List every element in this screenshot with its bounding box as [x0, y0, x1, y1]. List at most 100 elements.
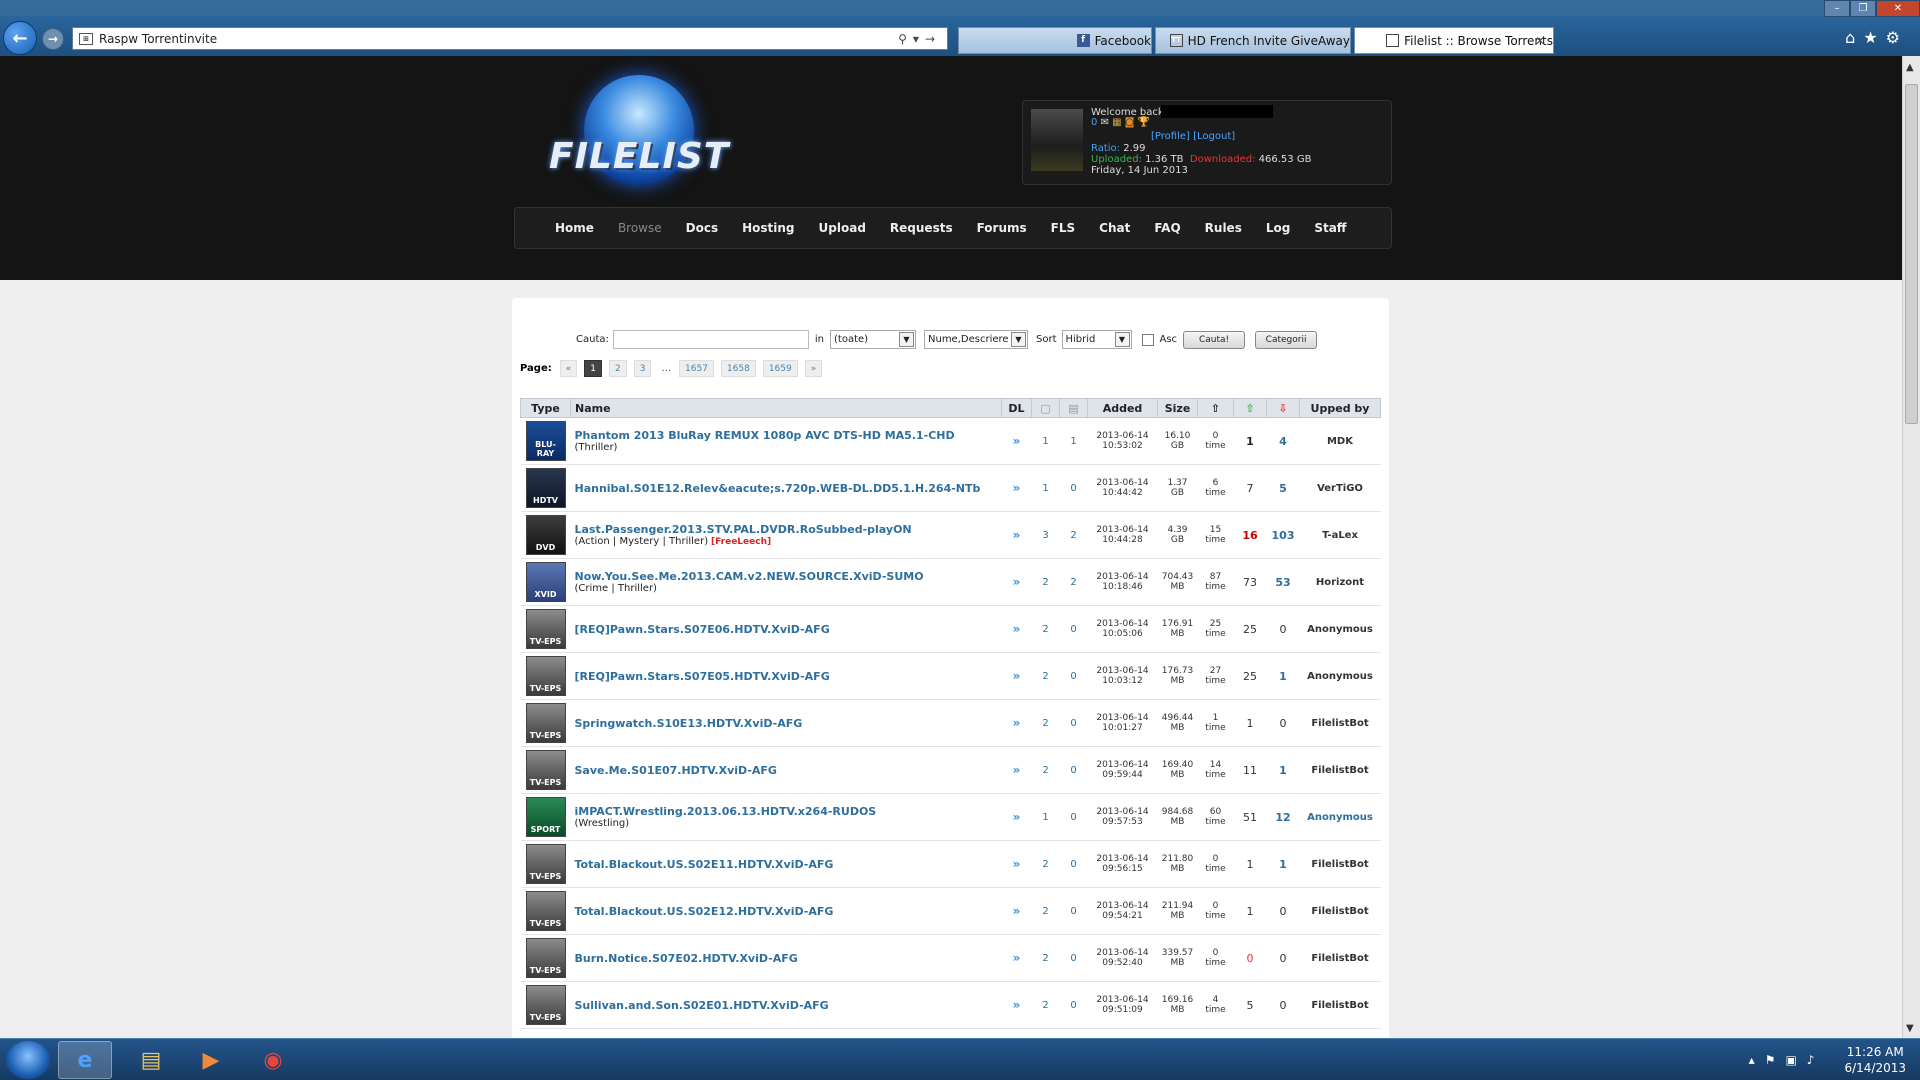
col-name[interactable]: Name [570, 398, 1002, 418]
seeders-count[interactable]: 0 [1247, 952, 1254, 965]
torrent-link[interactable]: [REQ]Pawn.Stars.S07E05.HDTV.XviD-AFG [575, 670, 1002, 683]
close-tab-icon[interactable]: ✕ [1535, 34, 1545, 48]
category-xvid-icon[interactable]: XVID [525, 562, 566, 602]
download-icon[interactable]: » [1013, 669, 1021, 683]
torrent-link[interactable]: [REQ]Pawn.Stars.S07E06.HDTV.XviD-AFG [575, 623, 1002, 636]
torrent-link[interactable]: Phantom 2013 BluRay REMUX 1080p AVC DTS-… [575, 429, 1002, 442]
comments-count[interactable]: 0 [1070, 624, 1076, 635]
uploader-name[interactable]: FilelistBot [1311, 1000, 1368, 1011]
forward-button[interactable]: → [42, 28, 64, 50]
category-tveps-icon[interactable]: TV-EPS [525, 750, 566, 790]
nav-hosting[interactable]: Hosting [730, 221, 806, 235]
page-1657[interactable]: 1657 [679, 360, 714, 377]
uploader-name[interactable]: VerTiGO [1317, 483, 1363, 494]
category-tveps-icon[interactable]: TV-EPS [525, 609, 566, 649]
leechers-count[interactable]: 103 [1272, 529, 1295, 542]
back-button[interactable]: ← [3, 21, 37, 55]
tray-expand-icon[interactable]: ▴ [1749, 1053, 1765, 1067]
category-tveps-icon[interactable]: TV-EPS [525, 891, 566, 931]
seeders-count[interactable]: 25 [1243, 623, 1257, 636]
uploader-name[interactable]: Anonymous [1307, 624, 1373, 635]
category-sport-icon[interactable]: SPORT [525, 797, 566, 837]
download-icon[interactable]: » [1013, 810, 1021, 824]
col-dl[interactable]: DL [1001, 398, 1032, 418]
tab-filelist[interactable]: FL Filelist :: Browse Torrents ✕ [1354, 27, 1554, 54]
category-hdtv-icon[interactable]: HDTV [525, 468, 566, 508]
seeders-count[interactable]: 1 [1247, 858, 1254, 871]
files-count[interactable]: 2 [1042, 718, 1048, 729]
scroll-thumb[interactable] [1905, 84, 1918, 424]
nav-chat[interactable]: Chat [1087, 221, 1142, 235]
download-icon[interactable]: » [1013, 528, 1021, 542]
torrent-link[interactable]: Last.Passenger.2013.STV.PAL.DVDR.RoSubbe… [575, 523, 1002, 536]
nav-home[interactable]: Home [543, 221, 606, 235]
seeders-count[interactable]: 1 [1247, 905, 1254, 918]
network-icon[interactable]: ▣ [1785, 1053, 1806, 1067]
uploader-name[interactable]: MDK [1327, 436, 1353, 447]
page-1659[interactable]: 1659 [762, 360, 798, 377]
page-1658[interactable]: 1658 [720, 360, 756, 377]
uploader-name[interactable]: T-aLex [1322, 530, 1358, 541]
files-count[interactable]: 2 [1042, 1000, 1048, 1011]
nav-requests[interactable]: Requests [878, 221, 965, 235]
favorites-star-icon[interactable]: ★ [1863, 28, 1885, 47]
download-icon[interactable]: » [1013, 904, 1021, 918]
comments-count[interactable]: 0 [1070, 483, 1076, 494]
search-refresh-icons[interactable]: ⚲▾→ [898, 32, 947, 46]
files-count[interactable]: 2 [1042, 906, 1048, 917]
category-tveps-icon[interactable]: TV-EPS [525, 938, 566, 978]
comments-count[interactable]: 1 [1070, 436, 1076, 447]
download-icon[interactable]: » [1013, 951, 1021, 965]
category-tveps-icon[interactable]: TV-EPS [525, 703, 566, 743]
tab-facebook[interactable]: f Facebook [958, 27, 1152, 54]
torrent-link[interactable]: Burn.Notice.S07E02.HDTV.XviD-AFG [575, 952, 1002, 965]
download-icon[interactable]: » [1013, 857, 1021, 871]
comments-count[interactable]: 0 [1070, 718, 1076, 729]
torrent-link[interactable]: Springwatch.S10E13.HDTV.XviD-AFG [575, 717, 1002, 730]
flag-icon[interactable]: ⚑ [1765, 1053, 1786, 1067]
leechers-count[interactable]: 1 [1279, 764, 1287, 777]
files-count[interactable]: 1 [1042, 483, 1048, 494]
leechers-count[interactable]: 0 [1280, 905, 1287, 918]
seeders-count[interactable]: 25 [1243, 670, 1257, 683]
profile-link[interactable]: [Profile] [1151, 131, 1190, 142]
download-icon[interactable]: » [1013, 998, 1021, 1012]
address-text[interactable]: Raspw Torrentinvite [99, 32, 898, 46]
torrent-link[interactable]: Now.You.See.Me.2013.CAM.v2.NEW.SOURCE.Xv… [575, 570, 1002, 583]
files-count[interactable]: 2 [1042, 953, 1048, 964]
uploader-name[interactable]: Horizont [1316, 577, 1364, 588]
comments-count[interactable]: 0 [1070, 906, 1076, 917]
download-icon[interactable]: » [1013, 434, 1021, 448]
scroll-up-icon[interactable]: ▲ [1906, 62, 1914, 73]
seeders-count[interactable]: 73 [1243, 576, 1257, 589]
tray-icons[interactable]: ▴⚑▣♪ [1749, 1053, 1825, 1067]
leechers-count[interactable]: 12 [1275, 811, 1290, 824]
uploader-name[interactable]: FilelistBot [1311, 953, 1368, 964]
download-icon[interactable]: » [1013, 622, 1021, 636]
torrent-link[interactable]: Total.Blackout.US.S02E12.HDTV.XviD-AFG [575, 905, 1002, 918]
uploader-name[interactable]: FilelistBot [1311, 906, 1368, 917]
field-select[interactable]: Nume,Descriere ▼ [924, 330, 1028, 349]
site-logo[interactable]: FILELIST [544, 70, 734, 200]
leechers-count[interactable]: 0 [1280, 717, 1287, 730]
media-player-taskbar-icon[interactable]: ▶ [184, 1041, 238, 1079]
category-tveps-icon[interactable]: TV-EPS [525, 656, 566, 696]
categories-button[interactable]: Categorii [1255, 330, 1318, 349]
nav-log[interactable]: Log [1254, 221, 1302, 235]
category-tveps-icon[interactable]: TV-EPS [525, 985, 566, 1025]
trophy-icon[interactable]: 🏆 [1138, 117, 1150, 128]
seeders-count[interactable]: 51 [1243, 811, 1257, 824]
vertical-scrollbar[interactable]: ▲ ▼ [1902, 56, 1920, 1038]
ie-taskbar-icon[interactable]: e [58, 1041, 112, 1079]
sort-select[interactable]: Hibrid ▼ [1061, 330, 1132, 349]
search-input[interactable] [612, 330, 809, 349]
download-icon[interactable]: » [1013, 575, 1021, 589]
seeders-count[interactable]: 1 [1247, 717, 1254, 730]
seeders-count[interactable]: 11 [1243, 764, 1257, 777]
files-count[interactable]: 2 [1042, 671, 1048, 682]
col-type[interactable]: Type [520, 398, 571, 418]
category-select[interactable]: (toate) ▼ [830, 330, 916, 349]
volume-icon[interactable]: ♪ [1807, 1053, 1825, 1067]
nav-docs[interactable]: Docs [674, 221, 730, 235]
chrome-taskbar-icon[interactable]: ◉ [246, 1041, 300, 1079]
